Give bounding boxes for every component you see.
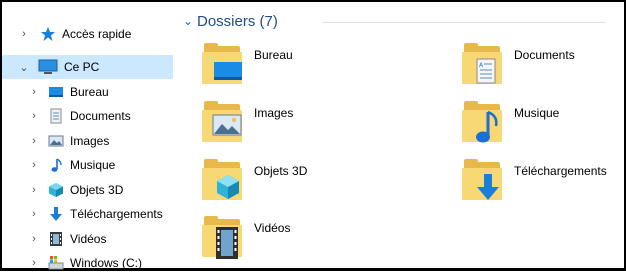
- folder-icon: [200, 42, 246, 86]
- drive-icon: [48, 255, 64, 271]
- nav-item-quick-access[interactable]: › Accès rapide: [2, 22, 131, 46]
- nav-item-musique[interactable]: › Musique: [2, 153, 115, 177]
- folder-icon: A: [460, 42, 506, 86]
- nav-item-telechargements[interactable]: › Téléchargements: [2, 202, 163, 226]
- nav-label: Ce PC: [64, 60, 100, 74]
- group-divider: [322, 22, 606, 23]
- nav-item-this-pc[interactable]: ⌄ Ce PC: [2, 55, 173, 79]
- nav-item-bureau[interactable]: › Bureau: [2, 80, 109, 104]
- nav-label: Vidéos: [70, 232, 107, 246]
- chevron-right-icon[interactable]: ›: [28, 184, 40, 196]
- chevron-down-icon[interactable]: ⌄: [18, 61, 30, 74]
- nav-label: Musique: [70, 158, 116, 172]
- nav-item-objets-3d[interactable]: › Objets 3D: [2, 178, 123, 202]
- videos-overlay-icon: [216, 227, 238, 259]
- chevron-right-icon[interactable]: ›: [28, 135, 40, 147]
- folder-label: Documents: [514, 48, 575, 62]
- folder-icon: [200, 100, 246, 144]
- folder-icon: [460, 158, 506, 202]
- images-overlay-icon: [212, 114, 242, 136]
- nav-item-videos[interactable]: › Vidéos: [2, 227, 106, 251]
- desktop-icon: [48, 84, 64, 100]
- folder-tile-bureau[interactable]: Bureau: [200, 42, 293, 86]
- downloads-overlay-icon: [477, 174, 499, 200]
- nav-item-images[interactable]: › Images: [2, 129, 109, 153]
- content-pane: ⌄ Dossiers (7) Bureau A Documents Images…: [176, 2, 622, 266]
- folder-tile-objets-3d[interactable]: Objets 3D: [200, 158, 307, 202]
- folder-label: Vidéos: [254, 221, 291, 235]
- chevron-right-icon[interactable]: ›: [18, 28, 30, 40]
- chevron-right-icon[interactable]: ›: [28, 257, 40, 269]
- document-overlay-icon: A: [476, 58, 496, 84]
- nav-label: Windows (C:): [70, 256, 143, 270]
- nav-item-windows-c[interactable]: › Windows (C:): [2, 251, 142, 275]
- music-overlay-icon: [476, 110, 498, 143]
- group-header-folders[interactable]: ⌄ Dossiers (7): [183, 11, 278, 31]
- folder-tile-documents[interactable]: A Documents: [460, 42, 575, 86]
- chevron-right-icon[interactable]: ›: [28, 86, 40, 98]
- desktop-overlay-icon: [214, 62, 242, 80]
- nav-label: Images: [70, 134, 110, 148]
- folder-tile-videos[interactable]: Vidéos: [200, 215, 290, 259]
- folder-icon: [200, 158, 246, 202]
- folder-icon: [460, 100, 506, 144]
- chevron-right-icon[interactable]: ›: [28, 110, 40, 122]
- folder-label: Bureau: [254, 48, 293, 62]
- folder-label: Objets 3D: [254, 164, 308, 178]
- videos-icon: [48, 231, 64, 247]
- 3d-objects-icon: [48, 182, 64, 198]
- chevron-right-icon[interactable]: ›: [28, 233, 40, 245]
- chevron-down-icon[interactable]: ⌄: [183, 14, 197, 28]
- images-icon: [48, 133, 64, 149]
- folder-label: Images: [254, 106, 294, 120]
- nav-item-documents[interactable]: › Documents: [2, 104, 131, 128]
- folder-tile-musique[interactable]: Musique: [460, 100, 559, 144]
- downloads-icon: [48, 206, 64, 222]
- computer-icon: [38, 59, 58, 75]
- navigation-pane: › Accès rapide ⌄ Ce PC › Bureau › Docume…: [2, 2, 173, 270]
- chevron-right-icon[interactable]: ›: [28, 208, 40, 220]
- folder-icon: [200, 215, 246, 259]
- nav-label: Bureau: [70, 85, 109, 99]
- nav-label: Objets 3D: [70, 183, 124, 197]
- nav-label: Documents: [70, 109, 131, 123]
- folder-label: Musique: [514, 106, 560, 120]
- 3d-objects-overlay-icon: [217, 175, 239, 199]
- folder-tile-telechargements[interactable]: Téléchargements: [460, 158, 607, 202]
- documents-icon: [48, 108, 64, 124]
- nav-label: Téléchargements: [70, 207, 163, 221]
- nav-label: Accès rapide: [62, 27, 132, 41]
- star-icon: [40, 26, 56, 42]
- folder-tile-images[interactable]: Images: [200, 100, 293, 144]
- chevron-right-icon[interactable]: ›: [28, 159, 40, 171]
- music-icon: [48, 157, 64, 173]
- folder-label: Téléchargements: [514, 164, 607, 178]
- group-title: Dossiers (7): [197, 12, 278, 30]
